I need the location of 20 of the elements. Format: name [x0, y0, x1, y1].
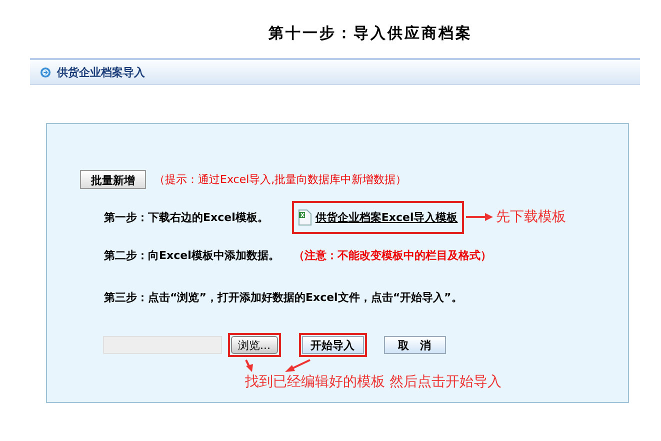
- batch-add-button[interactable]: 批量新增: [80, 170, 146, 189]
- spreadsheet-file-icon: [298, 208, 312, 226]
- step-label: 第二步：向Excel模板中添加数据。: [104, 248, 280, 263]
- page-title: 第十一步：导入供应商档案: [268, 24, 474, 44]
- section-title: 供货企业档案导入: [57, 64, 145, 80]
- warning-note: （注意：不能改变模板中的栏目及格式）: [293, 248, 492, 263]
- hint-text: （提示：通过Excel导入,批量向数据库中新增数据）: [154, 172, 407, 187]
- annotation-arrow: [466, 212, 494, 222]
- step-label: 第一步：下载右边的Excel模板。: [104, 210, 268, 224]
- template-download-link[interactable]: 供货企业档案Excel导入模板: [315, 210, 458, 224]
- file-path-field[interactable]: [103, 336, 222, 354]
- circle-arrow-icon: [40, 66, 51, 78]
- annotation-arrow: [285, 359, 310, 372]
- step-label: 第三步：点击“浏览”，打开添加好数据的Excel文件，点击“开始导入”。: [104, 290, 462, 305]
- annotation-text: 先下载模板: [496, 208, 566, 226]
- annotation-text: 找到已经编辑好的模板 然后点击开始导入: [245, 373, 502, 391]
- cancel-button[interactable]: 取 消: [384, 336, 446, 354]
- browse-button[interactable]: 浏览...: [231, 336, 278, 354]
- annotation-arrow: [245, 360, 253, 372]
- start-import-button[interactable]: 开始导入: [302, 336, 364, 354]
